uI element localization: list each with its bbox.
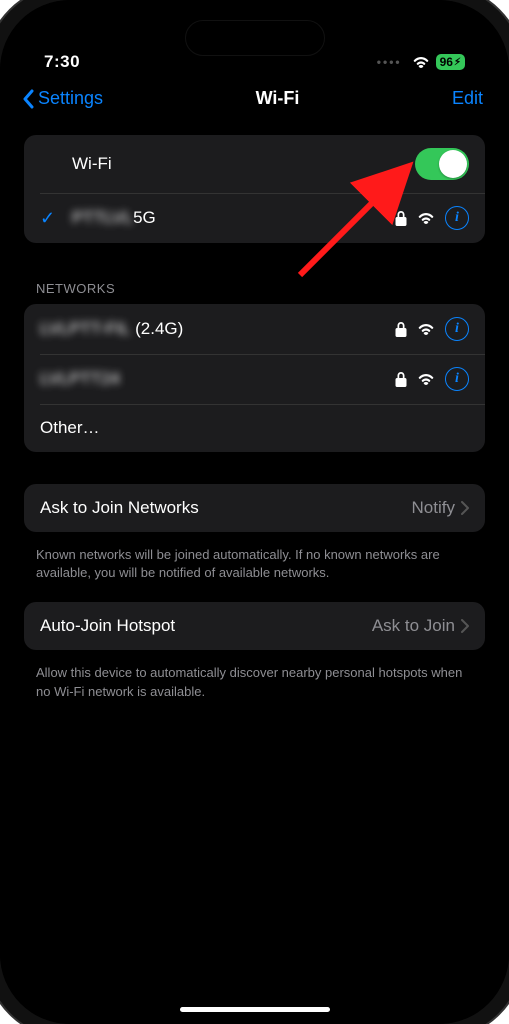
device-frame: 7:30 •••• 96⚡︎ Settings Wi-Fi Edit <box>0 0 509 1024</box>
network-name: LVLPTT24 <box>40 369 395 389</box>
back-label: Settings <box>38 88 103 109</box>
network-icons: i <box>395 206 469 230</box>
lock-icon <box>395 211 407 226</box>
other-label: Other… <box>40 418 469 438</box>
charging-icon: ⚡︎ <box>454 57 461 68</box>
info-button[interactable]: i <box>445 206 469 230</box>
auto-join-footer: Allow this device to automatically disco… <box>24 664 485 720</box>
info-button[interactable]: i <box>445 317 469 341</box>
ask-to-join-value: Notify <box>412 498 469 518</box>
auto-join-group: Auto-Join Hotspot Ask to Join <box>24 602 485 650</box>
connected-network-row[interactable]: ✓ PTTLVL5G i <box>24 193 485 243</box>
ask-to-join-footer: Known networks will be joined automatica… <box>24 546 485 602</box>
status-time: 7:30 <box>44 52 80 72</box>
network-icons: i <box>395 317 469 341</box>
network-name: LVLPTT-FIL (2.4G) <box>40 319 395 339</box>
chevron-right-icon <box>461 501 469 515</box>
auto-join-label: Auto-Join Hotspot <box>40 616 175 636</box>
lock-icon <box>395 372 407 387</box>
ask-to-join-label: Ask to Join Networks <box>40 498 199 518</box>
network-row[interactable]: LVLPTT-FIL (2.4G) i <box>24 304 485 354</box>
wifi-label: Wi-Fi <box>72 154 112 174</box>
checkmark-icon: ✓ <box>40 208 58 229</box>
back-button[interactable]: Settings <box>22 88 103 109</box>
battery-percent: 96 <box>440 55 453 69</box>
home-indicator[interactable] <box>180 1007 330 1012</box>
networks-group: LVLPTT-FIL (2.4G) i LVLPTT24 <box>24 304 485 452</box>
nav-bar: Settings Wi-Fi Edit <box>0 84 509 117</box>
content: ✓ Wi-Fi ✓ PTTLVL5G <box>0 117 509 721</box>
wifi-group: ✓ Wi-Fi ✓ PTTLVL5G <box>24 135 485 243</box>
wifi-status-icon <box>412 55 430 69</box>
battery-indicator: 96⚡︎ <box>436 54 465 70</box>
network-row[interactable]: LVLPTT24 i <box>24 354 485 404</box>
info-button[interactable]: i <box>445 367 469 391</box>
lock-icon <box>395 322 407 337</box>
wifi-toggle[interactable] <box>415 148 469 180</box>
wifi-toggle-row: ✓ Wi-Fi <box>24 135 485 193</box>
other-network-row[interactable]: Other… <box>24 404 485 452</box>
ask-to-join-row[interactable]: Ask to Join Networks Notify <box>24 484 485 532</box>
wifi-signal-icon <box>417 372 435 386</box>
network-icons: i <box>395 367 469 391</box>
ask-to-join-group: Ask to Join Networks Notify <box>24 484 485 532</box>
wifi-signal-icon <box>417 322 435 336</box>
chevron-right-icon <box>461 619 469 633</box>
chevron-left-icon <box>22 89 34 109</box>
auto-join-row[interactable]: Auto-Join Hotspot Ask to Join <box>24 602 485 650</box>
dynamic-island <box>185 20 325 56</box>
screen: 7:30 •••• 96⚡︎ Settings Wi-Fi Edit <box>0 0 509 1024</box>
auto-join-value: Ask to Join <box>372 616 469 636</box>
networks-header: Networks <box>24 257 485 304</box>
status-dots-icon: •••• <box>377 55 402 69</box>
toggle-knob <box>439 150 467 178</box>
wifi-signal-icon <box>417 211 435 225</box>
status-icons: •••• 96⚡︎ <box>377 54 465 70</box>
page-title: Wi-Fi <box>256 88 300 109</box>
edit-button[interactable]: Edit <box>452 88 483 109</box>
connected-network-name: PTTLVL5G <box>72 208 395 228</box>
